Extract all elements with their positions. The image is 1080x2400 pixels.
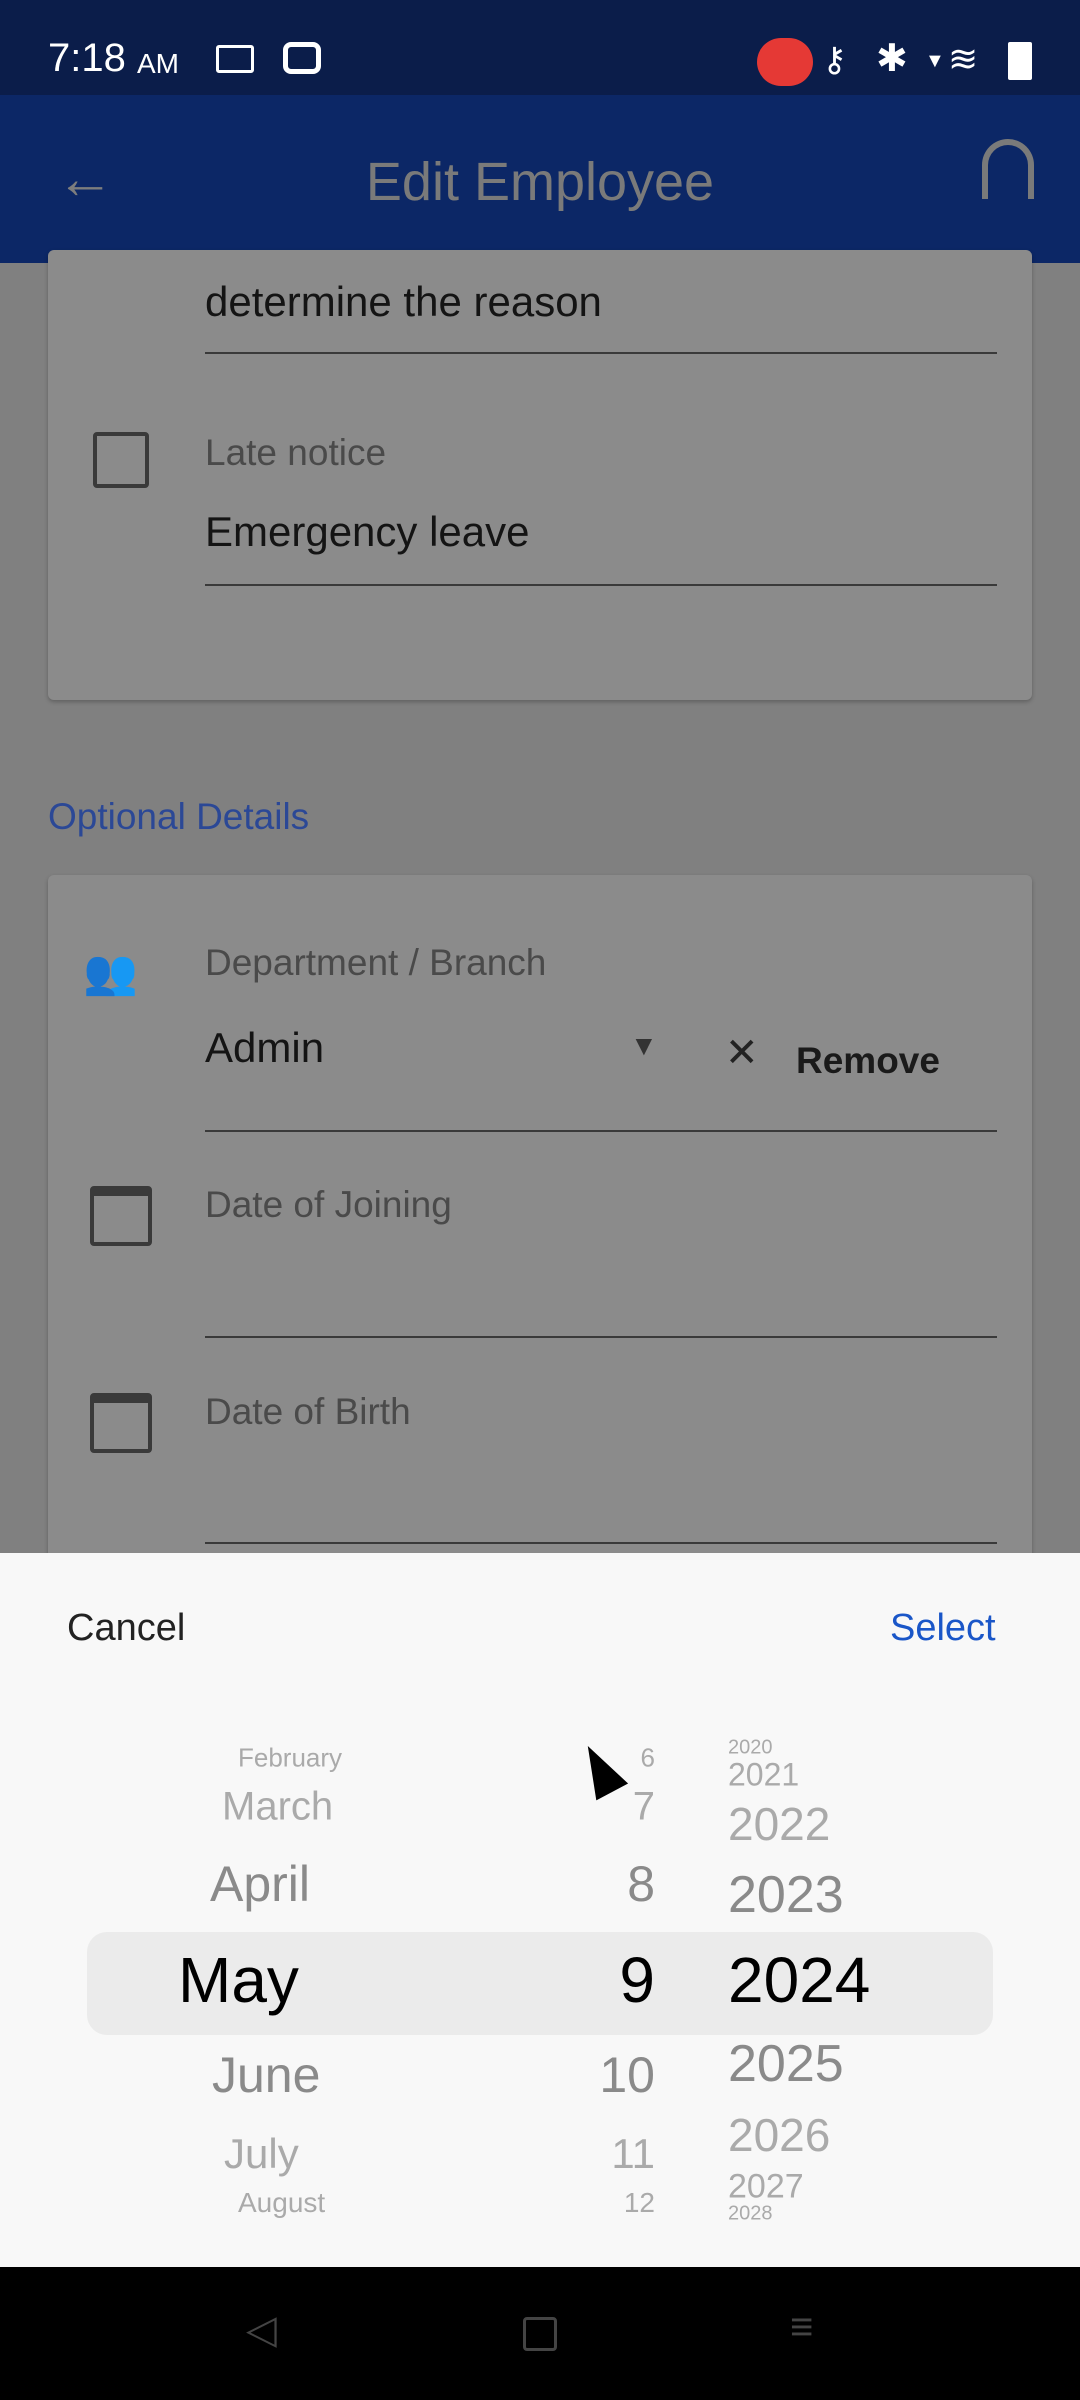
remove-button[interactable]: Remove (796, 1040, 940, 1082)
department-dropdown[interactable]: Admin (205, 1024, 324, 1072)
late-notice-label: Late notice (205, 432, 387, 473)
divider (205, 584, 997, 586)
status-bar: 7:18 AM ⚷ ✱ ▼ ≋ (0, 0, 1080, 95)
back-nav-icon[interactable]: ◁ (246, 2307, 277, 2353)
divider (205, 1130, 997, 1132)
date-picker-sheet: Cancel Select February March April May June J… (0, 1553, 1080, 2267)
reason-field-value[interactable]: determine the reason (205, 278, 602, 326)
close-icon[interactable]: ✕ (725, 1030, 759, 1076)
notes-icon (93, 432, 149, 488)
month-option[interactable]: June (212, 2046, 320, 2104)
month-option[interactable]: March (222, 1785, 333, 1830)
month-option[interactable]: July (224, 2130, 299, 2178)
month-option[interactable]: February (238, 1743, 342, 1774)
recording-badge-icon (757, 38, 813, 86)
department-label: Department / Branch (205, 942, 547, 983)
home-nav-icon[interactable] (523, 2317, 557, 2351)
date-of-birth-label: Date of Birth (205, 1391, 411, 1432)
menu-nav-icon[interactable]: ≡ (790, 2305, 813, 2350)
calendar-icon (90, 1186, 152, 1246)
month-wheel[interactable]: February March April May June July August (0, 1553, 1080, 2267)
month-option[interactable]: August (238, 2187, 325, 2219)
group-icon: 👥 (83, 948, 138, 997)
vpn-key-icon: ⚷ (822, 41, 847, 79)
sync-icon (283, 42, 321, 74)
headset-icon[interactable] (982, 139, 1034, 199)
battery-icon (1008, 42, 1032, 80)
month-option[interactable]: May (178, 1943, 299, 2017)
chevron-down-icon[interactable]: ▼ (630, 1030, 658, 1062)
status-time: 7:18 (48, 36, 126, 80)
app-bar: ← Edit Employee (0, 95, 1080, 263)
divider (205, 352, 997, 354)
late-notice-input[interactable]: Emergency leave (205, 508, 530, 556)
calendar-icon (90, 1393, 152, 1453)
status-ampm: AM (137, 48, 179, 79)
section-title: Optional Details (48, 796, 310, 837)
page-title: Edit Employee (365, 152, 715, 212)
date-of-joining-label: Date of Joining (205, 1184, 452, 1225)
signal-icon: ▼ (925, 50, 945, 72)
month-option[interactable]: April (210, 1855, 310, 1913)
divider (205, 1336, 997, 1338)
divider (205, 1542, 997, 1544)
wifi-icon: ≋ (948, 38, 979, 79)
navigation-bar: ◁ ≡ (0, 2267, 1080, 2400)
bluetooth-icon: ✱ (876, 38, 908, 80)
screen-record-icon (216, 45, 254, 73)
